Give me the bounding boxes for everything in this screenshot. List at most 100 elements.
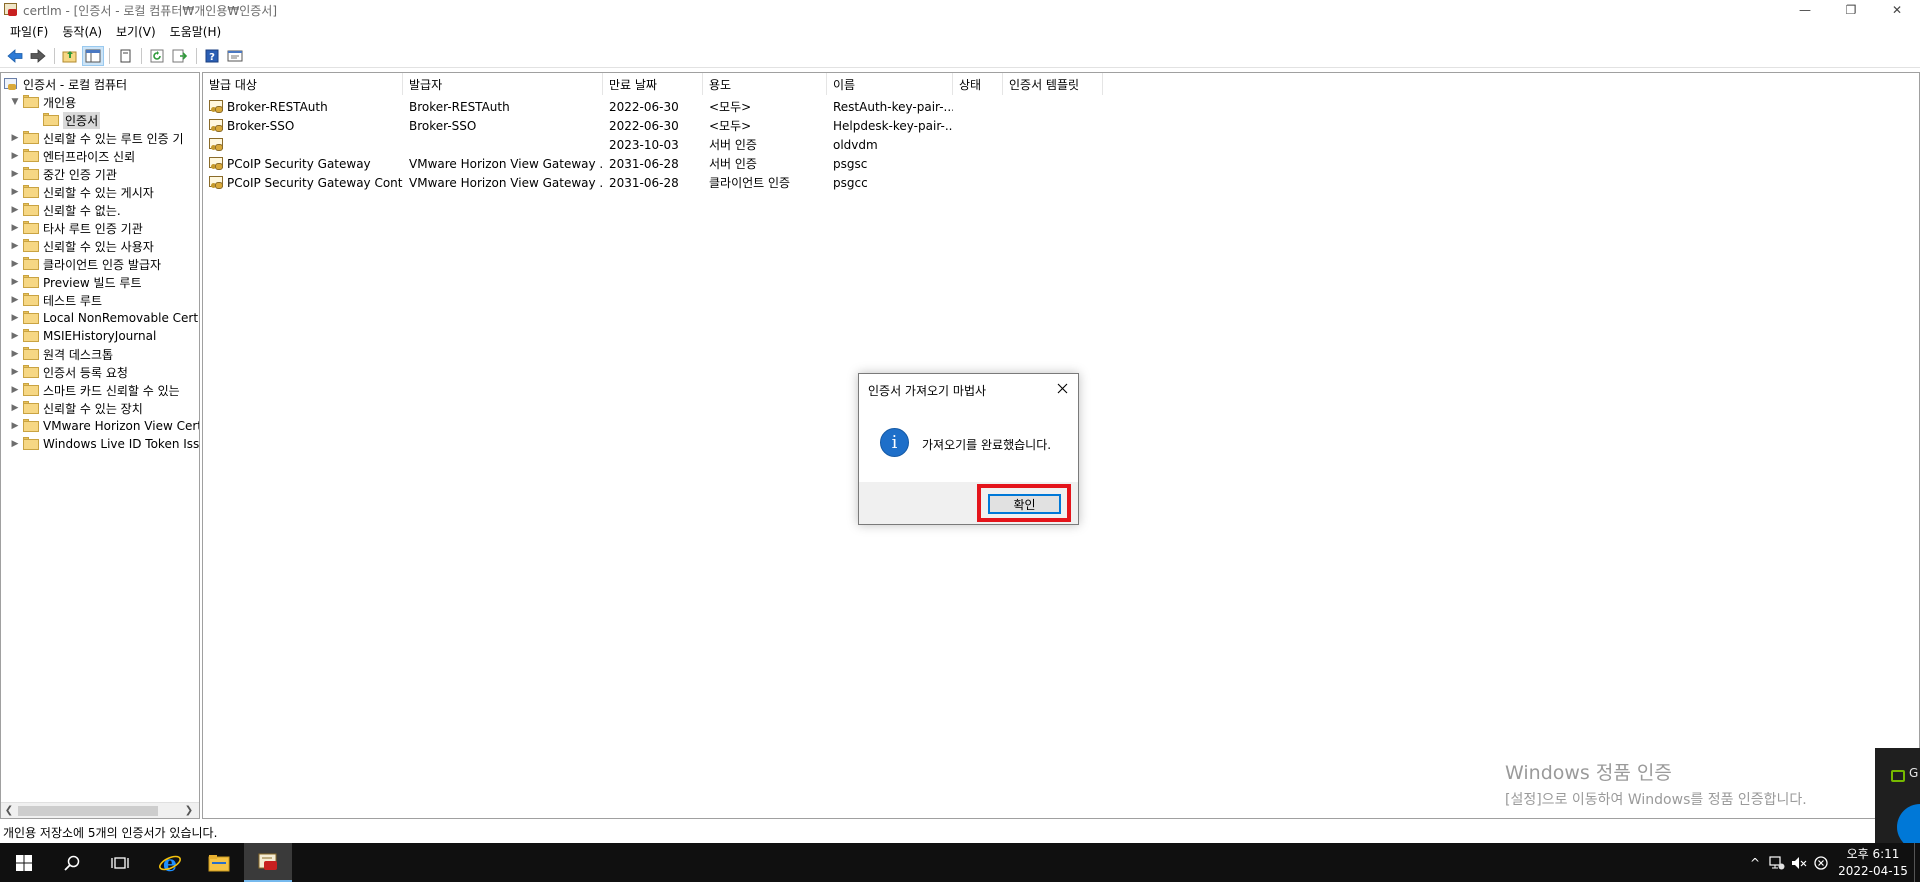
certificate-row[interactable]: Broker-RESTAuth Broker-RESTAuth 2022-06-30… [203, 97, 1919, 116]
ok-button[interactable]: 확인 [988, 494, 1061, 514]
expand-right-icon[interactable]: ▶ [9, 294, 21, 306]
tree-item-label: VMware Horizon View Certif [43, 419, 200, 433]
tree-item[interactable]: ▶ VMware Horizon View Certif [9, 417, 200, 435]
expand-right-icon[interactable]: ▶ [9, 240, 21, 252]
column-header-expiration-date[interactable]: 만료 날짜 [603, 73, 703, 95]
cell-intended-purposes: <모두> [709, 97, 827, 116]
start-icon [16, 854, 32, 871]
certificate-row[interactable]: PCoIP Security Gateway Contr... VMware Ho… [203, 173, 1919, 192]
certificate-row[interactable]: 2023-10-03 서버 인증 oldvdm [203, 135, 1919, 154]
tree-item[interactable]: ▶ 신뢰할 수 있는 루트 인증 기 [9, 129, 184, 147]
tree-item-personal-certificates[interactable]: 인증서 [43, 111, 101, 129]
taskbar-clock[interactable]: 오후 6:11 2022-04-15 [1832, 846, 1914, 880]
scroll-left-icon[interactable]: ❮ [1, 803, 17, 819]
up-one-level-button[interactable] [59, 46, 81, 66]
scroll-right-icon[interactable]: ❯ [181, 803, 197, 819]
certificate-row[interactable]: Broker-SSO Broker-SSO 2022-06-30 <모두> Helpde… [203, 116, 1919, 135]
cell-text: PCoIP Security Gateway [227, 156, 371, 171]
show-desktop-button[interactable] [1914, 843, 1920, 882]
expand-right-icon[interactable]: ▶ [9, 438, 21, 450]
search-button[interactable] [48, 843, 96, 882]
expand-right-icon[interactable]: ▶ [9, 366, 21, 378]
tree-item[interactable]: ▶ MSIEHistoryJournal [9, 327, 156, 345]
expand-right-icon[interactable]: ▶ [9, 258, 21, 270]
menu-action[interactable]: 동작(A) [55, 23, 109, 40]
back-button[interactable] [4, 46, 26, 66]
tree-item[interactable]: ▶ 엔터프라이즈 신뢰 [9, 147, 135, 165]
properties-button[interactable] [224, 46, 246, 66]
expand-right-icon[interactable]: ▶ [9, 384, 21, 396]
scrollbar-thumb[interactable] [18, 806, 158, 816]
expand-right-icon[interactable]: ▶ [9, 402, 21, 414]
expand-right-icon[interactable]: ▶ [9, 132, 21, 144]
tree-item[interactable]: ▶ 원격 데스크톱 [9, 345, 113, 363]
menu-view[interactable]: 보기(V) [109, 23, 163, 40]
volume-muted-icon[interactable] [1788, 843, 1810, 882]
minimize-button[interactable]: — [1782, 0, 1828, 20]
column-header-intended-purposes[interactable]: 용도 [703, 73, 827, 95]
tree-item[interactable]: ▶ 신뢰할 수 없는. [9, 201, 121, 219]
tree-item[interactable]: ▶ 테스트 루트 [9, 291, 102, 309]
taskbar-file-explorer[interactable] [195, 843, 243, 882]
tree-item-label: 스마트 카드 신뢰할 수 있는 [43, 383, 180, 398]
tree-horizontal-scrollbar[interactable]: ❮ ❯ [1, 802, 199, 818]
close-button[interactable]: ✕ [1874, 0, 1920, 20]
expand-right-icon[interactable]: ▶ [9, 204, 21, 216]
toolbar-separator [109, 47, 110, 64]
expand-right-icon[interactable]: ▶ [9, 168, 21, 180]
help-button[interactable]: ? [201, 46, 223, 66]
delete-button[interactable] [114, 46, 136, 66]
notification-toast[interactable]: G [1875, 748, 1920, 843]
tree-item[interactable]: ▶ 타사 루트 인증 기관 [9, 219, 143, 237]
tree-root[interactable]: 인증서 - 로컬 컴퓨터 [3, 75, 127, 93]
expand-right-icon[interactable]: ▶ [9, 330, 21, 342]
task-view-button[interactable] [96, 843, 144, 882]
refresh-button[interactable] [146, 46, 168, 66]
tree-item[interactable]: ▶ Windows Live ID Token Issue [9, 435, 199, 453]
dialog-title: 인증서 가져오기 마법사 [868, 384, 987, 398]
tree-item[interactable]: ▶ 신뢰할 수 있는 장치 [9, 399, 143, 417]
tree-item[interactable]: ▶ 스마트 카드 신뢰할 수 있는 [9, 381, 180, 399]
column-header-certificate-template[interactable]: 인증서 템플릿 [1003, 73, 1103, 95]
expand-right-icon[interactable]: ▶ [9, 348, 21, 360]
menu-file[interactable]: 파일(F) [3, 23, 55, 40]
tree-item[interactable]: ▶ Local NonRemovable Certific [9, 309, 199, 327]
tree-item[interactable]: ▶ 신뢰할 수 있는 게시자 [9, 183, 154, 201]
expand-right-icon[interactable]: ▶ [9, 186, 21, 198]
dialog-message: 가져오기를 완료했습니다. [922, 438, 1052, 452]
tree-item[interactable]: ▶ 중간 인증 기관 [9, 165, 117, 183]
show-hide-console-tree-button[interactable] [82, 45, 104, 66]
restore-button[interactable]: ❐ [1828, 0, 1874, 20]
notification-status-icon[interactable] [1810, 843, 1832, 882]
start-button[interactable] [0, 843, 48, 882]
tree-item[interactable]: ▶ 신뢰할 수 있는 사용자 [9, 237, 154, 255]
certificate-import-wizard-dialog: 인증서 가져오기 마법사 i 가져오기를 완료했습니다. 확인 [858, 373, 1079, 525]
cell-expiration-date: 2031-06-28 [609, 154, 703, 173]
column-header-issued-to[interactable]: 발급 대상 ^ [203, 73, 403, 95]
expand-right-icon[interactable]: ▶ [9, 150, 21, 162]
cell-status [959, 97, 1003, 116]
tree-item[interactable]: ▶ 인증서 등록 요청 [9, 363, 128, 381]
network-icon[interactable] [1766, 843, 1788, 882]
expand-right-icon[interactable]: ▶ [9, 312, 21, 324]
clock-time: 오후 6:11 [1846, 846, 1900, 861]
taskbar-internet-explorer[interactable]: e [146, 843, 194, 882]
column-header-issued-by[interactable]: 발급자 [403, 73, 603, 95]
dialog-close-button[interactable] [1050, 376, 1074, 400]
expand-right-icon[interactable]: ▶ [9, 222, 21, 234]
certificate-row[interactable]: PCoIP Security Gateway VMware Horizon Vie… [203, 154, 1919, 173]
expand-right-icon[interactable]: ▶ [9, 420, 21, 432]
tree-item-personal[interactable]: ▼ 개인용 [9, 93, 76, 111]
network-monitor-icon [1769, 855, 1785, 869]
export-list-button[interactable] [169, 46, 191, 66]
tree-item[interactable]: ▶ Preview 빌드 루트 [9, 273, 142, 291]
expand-right-icon[interactable]: ▶ [9, 276, 21, 288]
menu-help[interactable]: 도움말(H) [163, 23, 229, 40]
expand-down-icon[interactable]: ▼ [9, 96, 21, 108]
forward-button[interactable] [27, 46, 49, 66]
tree-item[interactable]: ▶ 클라이언트 인증 발급자 [9, 255, 161, 273]
column-header-status[interactable]: 상태 [953, 73, 1003, 95]
taskbar-certlm[interactable] [244, 843, 292, 882]
column-header-friendly-name[interactable]: 이름 [827, 73, 953, 95]
show-hidden-icons-chevron-icon[interactable]: ^ [1744, 843, 1766, 882]
